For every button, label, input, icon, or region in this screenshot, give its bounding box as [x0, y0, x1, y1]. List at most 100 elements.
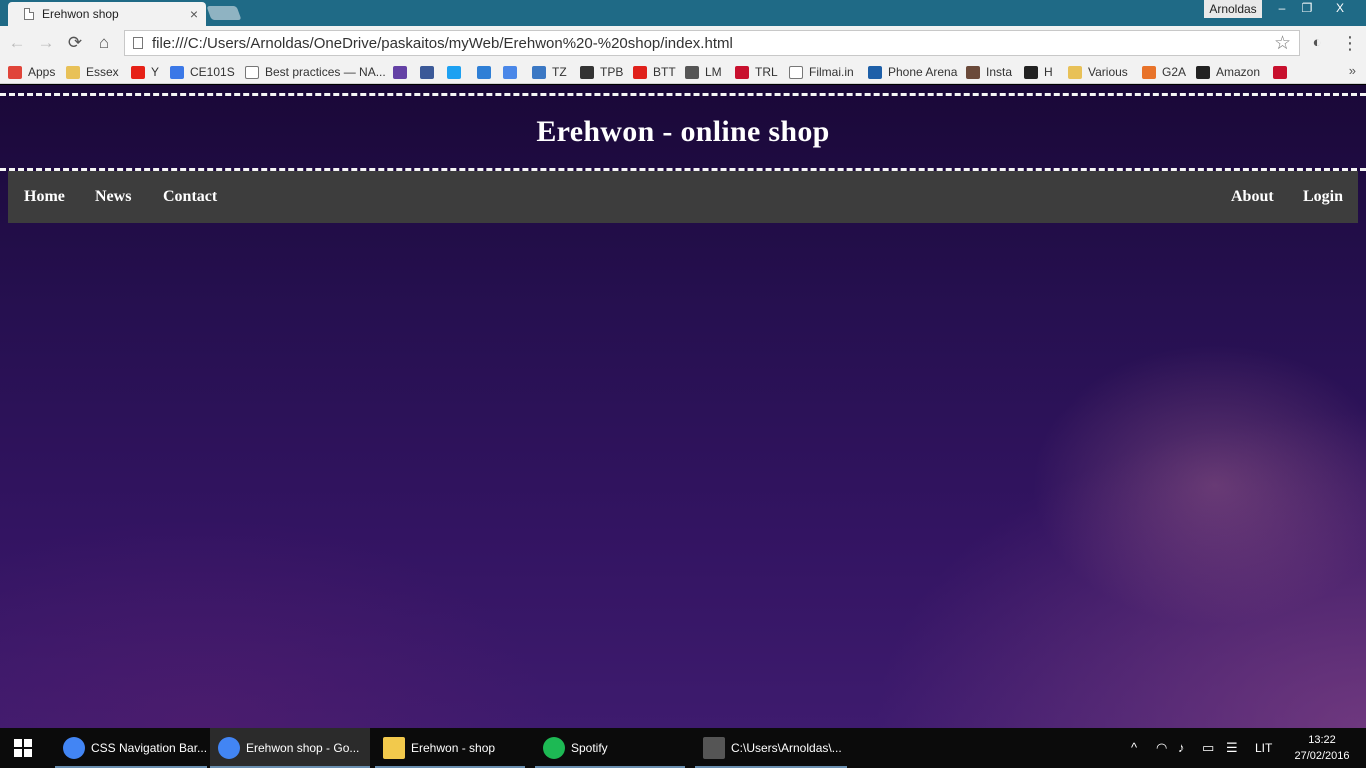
forward-button[interactable]: →	[35, 32, 57, 54]
url-input[interactable]	[152, 34, 1252, 52]
bookmark-label: Y	[151, 65, 160, 79]
btt-icon	[633, 65, 647, 79]
bookmark-label: Best practices — NA...	[265, 65, 386, 79]
bookmark-item[interactable]	[1273, 63, 1293, 81]
chrome-icon	[63, 737, 85, 759]
taskbar-item[interactable]: Spotify	[535, 728, 685, 768]
twitch-icon	[393, 65, 407, 79]
bookmark-item[interactable]: Phone Arena	[868, 63, 957, 81]
profile-button[interactable]: Arnoldas	[1204, 0, 1262, 18]
home-button[interactable]: ⌂	[93, 32, 115, 54]
docs-icon	[170, 65, 184, 79]
bookmark-label: Insta	[986, 65, 1013, 79]
bookmark-item[interactable]	[477, 63, 497, 81]
taskbar-item-label: C:\Users\Arnoldas\...	[731, 741, 842, 755]
page-icon	[133, 37, 143, 49]
page-icon	[789, 65, 803, 79]
nav-link-news[interactable]: News	[95, 171, 131, 223]
bookmark-item[interactable]: TZ	[532, 63, 567, 81]
bookmark-label: Apps	[28, 65, 56, 79]
bookmark-label: Filmai.in	[809, 65, 854, 79]
g2a-icon	[1142, 65, 1156, 79]
uk-flag-icon	[1273, 65, 1287, 79]
clock-date: 27/02/2016	[1294, 750, 1350, 762]
page-icon	[245, 65, 259, 79]
phone-icon	[868, 65, 882, 79]
browser-tab[interactable]: Erehwon shop ×	[8, 2, 206, 26]
taskbar-item[interactable]: C:\Users\Arnoldas\...	[695, 728, 847, 768]
bookmark-item[interactable]: Y	[131, 63, 159, 81]
drop-icon	[477, 65, 491, 79]
translate-icon	[503, 65, 517, 79]
bookmark-label: TRL	[755, 65, 778, 79]
bookmark-item[interactable]: BTT	[633, 63, 676, 81]
wifi-icon[interactable]: ◠	[1156, 728, 1167, 768]
site-nav: Home News Contact About Login	[8, 171, 1358, 223]
taskbar-item[interactable]: Erehwon - shop	[375, 728, 525, 768]
bookmark-label: Various	[1088, 65, 1128, 79]
bookmarks-more-icon[interactable]: »	[1349, 63, 1356, 78]
taskbar-item[interactable]: CSS Navigation Bar...	[55, 728, 207, 768]
clock[interactable]: 13:22 27/02/2016	[1290, 732, 1354, 764]
language-indicator[interactable]: LIT	[1255, 728, 1272, 768]
volume-icon[interactable]: ♪	[1178, 728, 1185, 768]
ship-icon	[580, 65, 594, 79]
nav-link-contact[interactable]: Contact	[163, 171, 217, 223]
trl-icon	[735, 65, 749, 79]
bookmark-item[interactable]	[503, 63, 523, 81]
chrome-icon	[218, 737, 240, 759]
page-viewport: Erehwon - online shop Home News Contact …	[0, 85, 1366, 728]
bookmark-item[interactable]: Apps	[8, 63, 55, 81]
battery-icon[interactable]: ▭	[1202, 728, 1214, 768]
notifications-icon[interactable]: ☰	[1226, 728, 1238, 768]
bookmark-label: H	[1044, 65, 1053, 79]
bookmark-item[interactable]: CE101S	[170, 63, 235, 81]
nav-link-home[interactable]: Home	[24, 171, 65, 223]
tray-chevron-icon[interactable]: ^	[1131, 728, 1137, 768]
amazon-icon	[1196, 65, 1210, 79]
bookmark-star-icon[interactable]: ☆	[1274, 32, 1291, 55]
bookmark-label: BTT	[653, 65, 676, 79]
bookmarks-bar: Apps Essex Y CE101S Best practices — NA... TZ…	[0, 60, 1366, 84]
reload-button[interactable]: ⟳	[64, 32, 86, 54]
tz-icon	[532, 65, 546, 79]
folder-icon	[383, 737, 405, 759]
taskbar: CSS Navigation Bar... Erehwon shop - Go..…	[0, 728, 1366, 768]
bookmark-item[interactable]: G2A	[1142, 63, 1186, 81]
lm-icon	[685, 65, 699, 79]
taskbar-item[interactable]: Erehwon shop - Go...	[210, 728, 370, 768]
bookmark-label: Amazon	[1216, 65, 1261, 79]
folder-icon	[1068, 65, 1082, 79]
bookmark-item[interactable]: Insta	[966, 63, 1012, 81]
nav-link-login[interactable]: Login	[1303, 171, 1343, 223]
bookmark-item[interactable]: Best practices — NA...	[245, 63, 386, 81]
address-bar[interactable]: ☆	[124, 30, 1300, 56]
bookmark-item[interactable]: Essex	[66, 63, 119, 81]
bookmark-item[interactable]	[447, 63, 467, 81]
back-button[interactable]: ←	[6, 32, 28, 54]
taskbar-item-label: CSS Navigation Bar...	[91, 741, 208, 755]
folder-icon	[66, 65, 80, 79]
bookmark-item[interactable]: Various	[1068, 63, 1128, 81]
bookmark-item[interactable]	[420, 63, 440, 81]
bookmark-item[interactable]: Filmai.in	[789, 63, 854, 81]
bookmark-item[interactable]	[393, 63, 413, 81]
close-window-button[interactable]: X	[1326, 0, 1354, 18]
bookmark-item[interactable]: H	[1024, 63, 1053, 81]
youtube-icon	[131, 65, 145, 79]
extension-icon[interactable]: ◐	[1307, 33, 1327, 53]
twitter-icon	[447, 65, 461, 79]
bookmark-label: Essex	[86, 65, 119, 79]
bookmark-item[interactable]: Amazon	[1196, 63, 1260, 81]
start-button[interactable]	[14, 739, 33, 758]
nav-link-about[interactable]: About	[1231, 171, 1274, 223]
bookmark-item[interactable]: TRL	[735, 63, 778, 81]
menu-button[interactable]: ⋮	[1340, 33, 1360, 53]
new-tab-button[interactable]	[206, 6, 242, 20]
clock-time: 13:22	[1308, 734, 1336, 746]
minimize-button[interactable]: –	[1268, 0, 1296, 18]
restore-button[interactable]: ❐	[1293, 0, 1321, 18]
bookmark-item[interactable]: TPB	[580, 63, 623, 81]
bookmark-item[interactable]: LM	[685, 63, 722, 81]
tab-close-icon[interactable]: ×	[190, 6, 198, 22]
